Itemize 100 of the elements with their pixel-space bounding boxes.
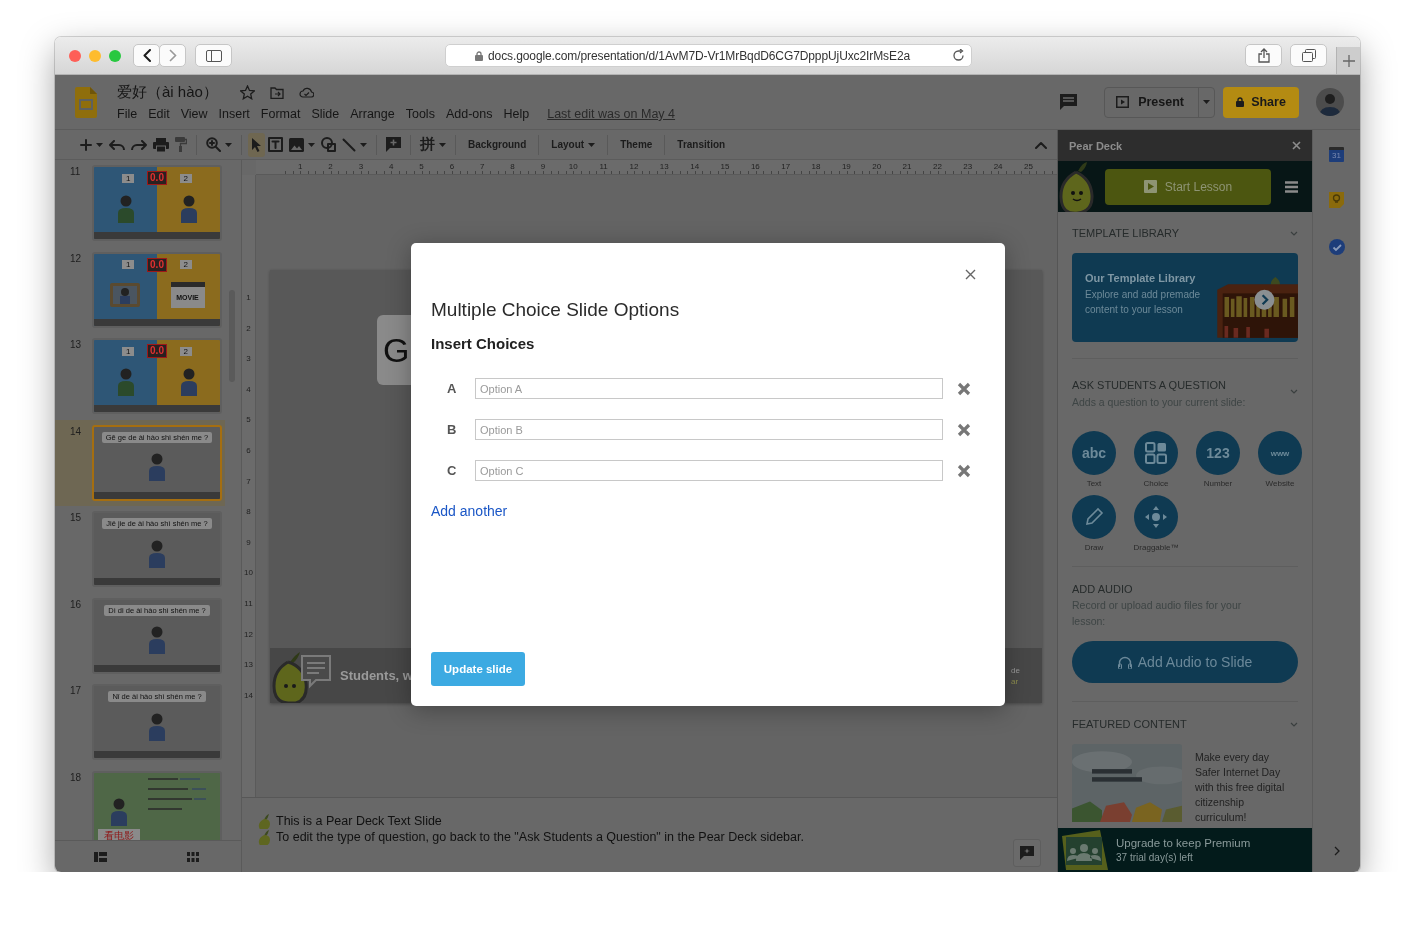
new-tab-button[interactable] xyxy=(1336,47,1360,74)
address-bar[interactable]: docs.google.com/presentation/d/1AvM7D-Vr1MrBqdD6CG7DpppUjUxc2IrMsE2a xyxy=(445,44,972,67)
share-button[interactable]: Share xyxy=(1223,86,1299,118)
select-tool-button[interactable] xyxy=(248,132,265,157)
input-tools-button[interactable]: 拼 xyxy=(417,132,449,157)
add-another-link[interactable]: Add another xyxy=(431,503,508,520)
question-type-button[interactable]: 123 xyxy=(1196,431,1240,475)
panel-title: Pear Deck xyxy=(1069,139,1123,152)
slide-number: 17 xyxy=(69,684,83,698)
upgrade-banner[interactable]: Upgrade to keep Premium 37 trial day(s) left xyxy=(1058,828,1312,872)
filmstrip-view-button[interactable] xyxy=(94,851,107,862)
footer-text-fragment: de xyxy=(1011,664,1020,676)
question-type-button[interactable]: www xyxy=(1258,431,1302,475)
ask-question-button[interactable] xyxy=(1013,839,1041,867)
person-figure xyxy=(147,626,167,654)
choice-input[interactable]: Option C xyxy=(475,460,943,481)
menu-item[interactable]: Slide xyxy=(311,107,340,121)
reload-icon[interactable] xyxy=(952,49,965,62)
text-box-icon xyxy=(268,137,283,152)
start-lesson-button[interactable]: Start Lesson xyxy=(1105,168,1271,205)
slide-thumbnail[interactable]: 1 0.0 2 xyxy=(92,165,222,241)
grid-view-button[interactable] xyxy=(187,851,199,862)
plus-icon xyxy=(80,138,92,151)
tab-overview-button[interactable] xyxy=(1290,44,1327,67)
choice-input[interactable]: Option A xyxy=(475,378,943,399)
question-type-glyph: www xyxy=(1270,448,1290,458)
ruler-number: 6 xyxy=(448,161,456,173)
menu-item[interactable]: File xyxy=(117,107,138,121)
collapse-icon[interactable] xyxy=(1035,140,1047,149)
menu-item[interactable]: Add-ons xyxy=(445,107,493,121)
last-edit-link[interactable]: Last edit was on May 4 xyxy=(547,107,676,121)
section-heading: ADD AUDIO xyxy=(1072,583,1133,595)
toolbar-button[interactable]: Transition xyxy=(671,132,732,157)
section-heading: ASK STUDENTS A QUESTION xyxy=(1072,378,1227,391)
sidebar-toggle-button[interactable] xyxy=(195,44,232,67)
score-display: 0.0 xyxy=(147,171,167,185)
choice-letter: B xyxy=(446,422,458,437)
choice-input[interactable]: Option B xyxy=(475,419,943,440)
tv-drawing xyxy=(109,283,140,307)
featured-description: Make every day Safer Internet Day with this free digital citizenship curriculum! xyxy=(1195,750,1286,825)
upgrade-title: Upgrade to keep Premium xyxy=(1116,837,1251,849)
caret-icon xyxy=(96,142,103,147)
close-window-button[interactable] xyxy=(69,49,81,62)
slide-thumbnail[interactable]: 1 0.0 2 xyxy=(92,338,222,414)
remove-choice-button[interactable] xyxy=(957,463,971,478)
template-library-card[interactable]: Our Template Library Explore and add premade content to your lesson xyxy=(1072,253,1298,342)
comments-icon[interactable] xyxy=(1059,93,1079,111)
ruler-number: 15 xyxy=(719,161,731,173)
question-type-button[interactable] xyxy=(1134,431,1178,475)
update-slide-button[interactable]: Update slide xyxy=(431,652,525,686)
person-figure xyxy=(178,367,199,396)
menu-button[interactable] xyxy=(1285,180,1298,193)
chevron-right-icon[interactable] xyxy=(1333,846,1340,856)
add-audio-button[interactable]: Add Audio to Slide xyxy=(1072,641,1298,683)
star-icon[interactable] xyxy=(239,85,255,100)
player-label: 1 xyxy=(122,260,135,269)
ruler-number: 5 xyxy=(245,414,252,427)
remove-choice-button[interactable] xyxy=(957,381,971,396)
avatar[interactable] xyxy=(1316,88,1344,116)
menu-item[interactable]: Arrange xyxy=(350,107,395,121)
player-label: 1 xyxy=(122,346,135,356)
toolbar-button[interactable]: Background xyxy=(462,132,533,157)
tasks-check-icon[interactable] xyxy=(1328,239,1345,255)
menu-item[interactable]: Tools xyxy=(405,107,435,121)
menu-item[interactable]: View xyxy=(180,107,208,121)
document-title[interactable]: 爱好（ài hào） xyxy=(117,83,218,102)
url-text: docs.google.com/presentation/d/1AvM7D-Vr1MrBqdD6CG7DpppUjUxc2IrMsE2a xyxy=(488,48,911,63)
question-type-button[interactable]: abc xyxy=(1072,431,1116,475)
remove-choice-button[interactable] xyxy=(957,422,971,437)
menu-item[interactable]: Insert xyxy=(218,107,250,121)
toolbar-button[interactable]: Layout xyxy=(545,132,602,157)
lightbulb-note-icon[interactable] xyxy=(1329,192,1344,208)
close-icon[interactable] xyxy=(1292,141,1301,150)
question-type-button[interactable] xyxy=(1072,495,1116,539)
chevron-down-icon[interactable] xyxy=(1290,389,1298,394)
question-type-button[interactable] xyxy=(1134,495,1178,539)
caret-icon xyxy=(588,142,596,147)
folder-icon[interactable] xyxy=(269,86,284,99)
ruler-number: 8 xyxy=(509,161,516,173)
move-icon xyxy=(1145,506,1167,528)
ruler-number: 19 xyxy=(840,161,852,173)
slide-thumbnail[interactable]: 看电影 xyxy=(92,770,222,840)
share-page-button[interactable] xyxy=(1245,44,1282,67)
question-type-glyph: 123 xyxy=(1206,445,1230,461)
shape-icon xyxy=(321,137,336,152)
close-button[interactable] xyxy=(965,269,976,280)
chevron-down-icon[interactable] xyxy=(1290,230,1298,236)
ruler-number: 22 xyxy=(931,161,943,173)
sidebar-icon xyxy=(205,49,222,62)
toolbar-button[interactable]: Theme xyxy=(614,132,659,157)
calendar-addon-icon[interactable]: 31 xyxy=(1329,147,1344,162)
headphones-icon xyxy=(1117,655,1132,669)
menu-item[interactable]: Edit xyxy=(148,107,170,121)
chevron-down-icon[interactable] xyxy=(1290,721,1298,727)
menu-item[interactable]: Format xyxy=(260,107,301,121)
choice-letter: C xyxy=(446,463,458,478)
menu-item[interactable]: Help xyxy=(503,107,530,121)
zoom-window-button[interactable] xyxy=(109,49,121,62)
back-button[interactable] xyxy=(133,44,160,67)
ruler-number: 7 xyxy=(245,475,252,488)
